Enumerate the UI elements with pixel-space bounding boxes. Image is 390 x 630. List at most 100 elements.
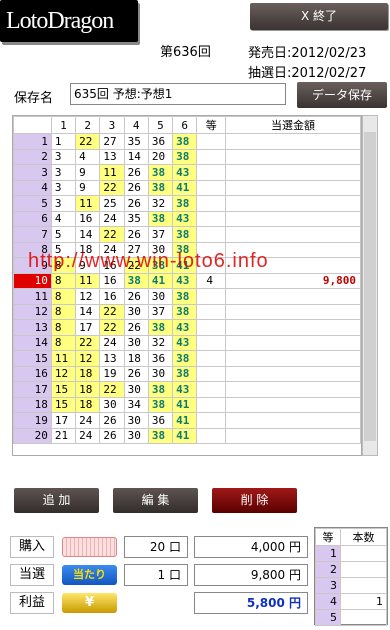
number-cell: 26: [99, 412, 125, 429]
number-cell: 25: [99, 195, 125, 212]
grid-header-cell: 3: [99, 116, 125, 134]
number-cell: 27: [99, 133, 125, 150]
number-cell: 38: [172, 350, 198, 367]
row-number: 11: [13, 288, 52, 305]
number-cell: 26: [123, 288, 149, 305]
prediction-row[interactable]: 10 8 11 16 38 41 43 4 9,800: [13, 272, 361, 289]
number-cell: 17: [50, 412, 77, 429]
number-cell: 4: [75, 148, 101, 165]
number-cell: 32: [147, 195, 174, 212]
purchase-label: 購入: [10, 536, 54, 558]
number-cell: 36: [147, 412, 174, 429]
save-name-input[interactable]: 635回 予想:予想1: [70, 83, 286, 105]
rank-value: 5: [315, 609, 341, 626]
rank-cell: [196, 427, 227, 444]
prediction-row[interactable]: 11 8 12 16 26 30 38: [13, 288, 361, 305]
number-cell: 38: [147, 179, 174, 196]
prediction-table: 1 2 3 4 5 6 等当選金額 1 1 22 27 35 36 38 2 3 4 13 14 20 38 3 3 9 11…: [13, 116, 361, 444]
amount-cell: [225, 334, 361, 351]
number-cell: 13: [99, 350, 125, 367]
number-cell: 36: [147, 350, 174, 367]
prediction-row[interactable]: 17 15 18 22 30 38 43: [13, 381, 361, 398]
rank-count: [340, 577, 387, 594]
prediction-row[interactable]: 12 8 14 22 30 37 38: [13, 303, 361, 320]
amount-cell: [225, 319, 361, 336]
prediction-row[interactable]: 20 21 24 26 30 38 41: [13, 427, 361, 444]
amount-cell: [225, 427, 361, 444]
number-cell: 38: [123, 272, 149, 289]
rank-value: 2: [315, 561, 341, 578]
profit-amount: 5,800 円: [194, 592, 308, 614]
grid-header-row: 1 2 3 4 5 6 等当選金額: [13, 116, 361, 134]
number-cell: 43: [172, 319, 198, 336]
row-number: 15: [13, 350, 52, 367]
edit-button[interactable]: 編 集: [113, 488, 198, 513]
number-cell: 37: [147, 303, 174, 320]
prediction-row[interactable]: 2 3 4 13 14 20 38: [13, 148, 361, 165]
number-cell: 3: [50, 179, 77, 196]
amount-cell: [225, 381, 361, 398]
prediction-grid[interactable]: 1 2 3 4 5 6 等当選金額 1 1 22 27 35 36 38 2 3 4 13 14 20 38 3 3 9 11…: [12, 115, 362, 456]
rank-header: 等: [315, 528, 341, 546]
prediction-row[interactable]: 13 8 17 22 26 38 43: [13, 319, 361, 336]
number-cell: 9: [75, 179, 101, 196]
rank-cell: 4: [196, 272, 227, 289]
count-header: 本数: [340, 528, 387, 546]
number-cell: 22: [99, 319, 125, 336]
grid-header-cell: 5: [147, 116, 174, 134]
release-date: 発売日:2012/02/23: [248, 46, 367, 61]
number-cell: 8: [50, 272, 77, 289]
number-cell: 11: [75, 195, 101, 212]
prediction-row[interactable]: 16 12 18 19 26 30 38: [13, 365, 361, 382]
save-name-label: 保存名: [14, 91, 54, 106]
prediction-row[interactable]: 14 8 22 24 30 32 43: [13, 334, 361, 351]
number-cell: 1: [50, 133, 77, 150]
won-count: 1 口: [124, 564, 188, 586]
lottery-date: 抽選日:2012/02/27: [248, 66, 367, 81]
delete-button[interactable]: 削 除: [212, 488, 297, 513]
number-cell: 12: [75, 288, 101, 305]
add-button[interactable]: 追 加: [14, 488, 99, 513]
rank-count: [340, 609, 387, 626]
number-cell: 43: [172, 210, 198, 227]
prediction-row[interactable]: 7 5 14 22 26 37 38: [13, 226, 361, 243]
row-number: 6: [13, 210, 52, 227]
prediction-row[interactable]: 19 17 24 26 30 36 41: [13, 412, 361, 429]
rank-count: [340, 561, 387, 578]
number-cell: 12: [50, 365, 77, 382]
prediction-row[interactable]: 4 3 9 22 26 38 41: [13, 179, 361, 196]
number-cell: 20: [147, 148, 174, 165]
exit-button[interactable]: X 終了: [250, 3, 388, 30]
prediction-row[interactable]: 5 3 11 25 26 32 38: [13, 195, 361, 212]
prediction-row[interactable]: 3 3 9 11 26 38 43: [13, 164, 361, 181]
ticket-icon: [62, 537, 117, 557]
prediction-row[interactable]: 15 11 12 13 18 36 38: [13, 350, 361, 367]
number-cell: 18: [123, 350, 149, 367]
rank-cell: [196, 365, 227, 382]
scrollbar-thumb[interactable]: [364, 132, 376, 441]
number-cell: 26: [123, 226, 149, 243]
rank-cell: [196, 133, 227, 150]
prediction-row[interactable]: 1 1 22 27 35 36 38: [13, 133, 361, 150]
number-cell: 30: [123, 427, 149, 444]
number-cell: 36: [147, 133, 174, 150]
row-number: 19: [13, 412, 52, 429]
rank-value: 1: [315, 545, 341, 562]
grid-scrollbar[interactable]: [362, 115, 378, 456]
data-save-button[interactable]: データ保存: [297, 82, 387, 108]
amount-cell: [225, 210, 361, 227]
number-cell: 18: [75, 381, 101, 398]
prediction-row[interactable]: 6 4 16 24 35 38 43: [13, 210, 361, 227]
amount-cell: [225, 133, 361, 150]
number-cell: 14: [75, 226, 101, 243]
number-cell: 38: [172, 288, 198, 305]
rank-row: 5: [315, 609, 387, 626]
rank-row: 41: [315, 593, 387, 610]
amount-cell: [225, 365, 361, 382]
number-cell: 26: [123, 179, 149, 196]
number-cell: 11: [99, 164, 125, 181]
rank-cell: [196, 381, 227, 398]
number-cell: 14: [75, 303, 101, 320]
row-number: 10: [13, 272, 52, 289]
prediction-row[interactable]: 18 15 18 30 34 38 41: [13, 396, 361, 413]
